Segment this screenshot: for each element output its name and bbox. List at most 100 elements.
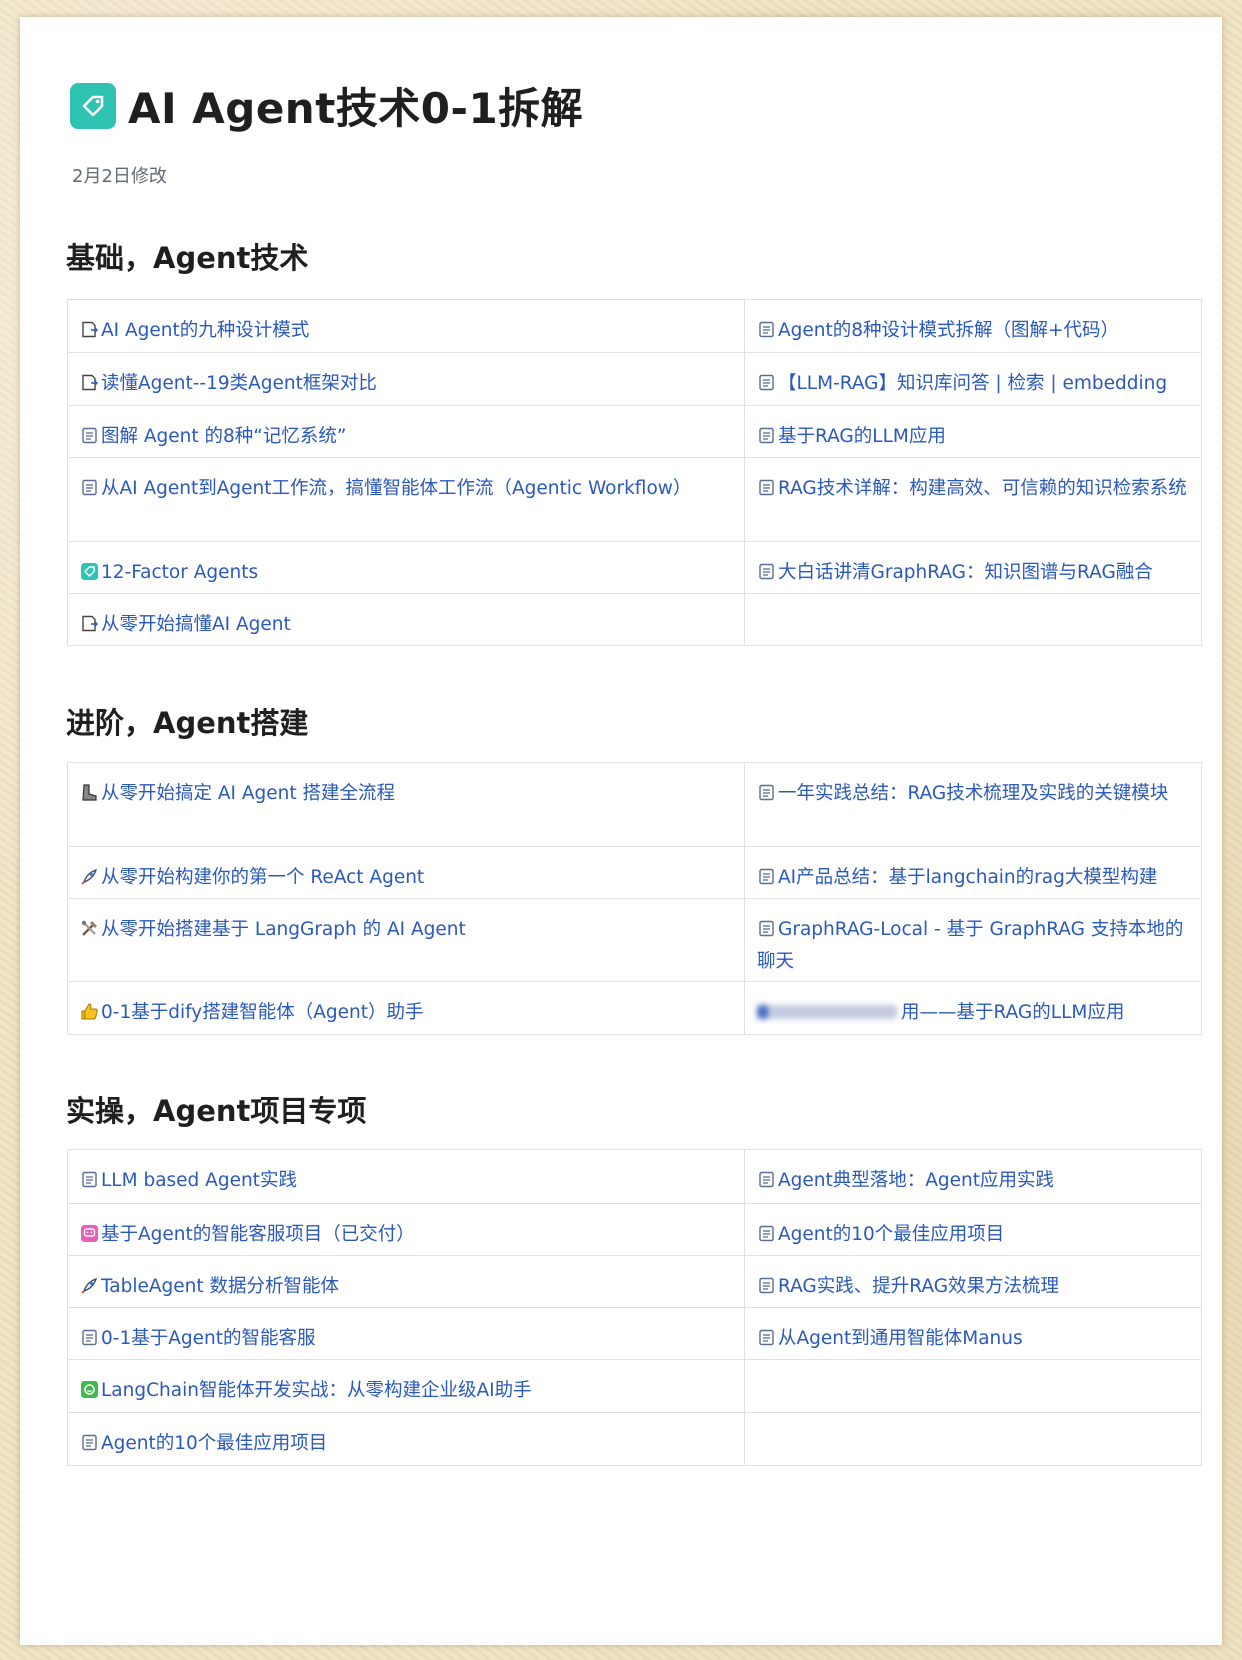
- doc-link[interactable]: RAG技术详解：构建高效、可信赖的知识检索系统: [778, 478, 1187, 499]
- doc-arrow-icon: [80, 318, 99, 338]
- table-row: 12-Factor Agents 大白话讲清GraphRAG：知识图谱与RAG融合: [67, 541, 1202, 594]
- doc-link[interactable]: 大白话讲清GraphRAG：知识图谱与RAG融合: [778, 562, 1153, 583]
- empty-cell: [744, 1359, 1202, 1413]
- table-row: 从零开始搞懂AI Agent: [67, 593, 1202, 646]
- doc-icon: [757, 560, 776, 580]
- doc-link[interactable]: 12-Factor Agents: [101, 562, 258, 583]
- thumbs-up-icon: [80, 1000, 99, 1020]
- doc-link[interactable]: Agent的10个最佳应用项目: [778, 1224, 1004, 1245]
- doc-icon: [757, 424, 776, 444]
- title-row: AI Agent技术0-1拆解: [70, 75, 583, 136]
- doc-link[interactable]: AI产品总结：基于langchain的rag大模型构建: [778, 867, 1157, 888]
- section-heading-basics: 基础，Agent技术: [66, 241, 309, 275]
- doc-link[interactable]: Agent的10个最佳应用项目: [101, 1433, 327, 1454]
- link-cell[interactable]: Agent的10个最佳应用项目: [744, 1203, 1202, 1256]
- link-cell[interactable]: 从Agent到通用智能体Manus: [744, 1307, 1202, 1360]
- doc-icon: [80, 1431, 99, 1451]
- doc-link[interactable]: 基于RAG的LLM应用: [778, 426, 946, 447]
- link-cell[interactable]: TableAgent 数据分析智能体: [67, 1255, 745, 1308]
- doc-link[interactable]: 从零开始构建你的第一个 ReAct Agent: [101, 867, 424, 888]
- doc-link[interactable]: LLM based Agent实践: [101, 1170, 297, 1191]
- link-cell[interactable]: 一年实践总结：RAG技术梳理及实践的关键模块: [744, 762, 1202, 847]
- doc-link[interactable]: LangChain智能体开发实战：从零构建企业级AI助手: [101, 1380, 532, 1401]
- doc-icon: [80, 476, 99, 496]
- teal-tag-icon: [80, 560, 99, 580]
- doc-link[interactable]: TableAgent 数据分析智能体: [101, 1276, 339, 1297]
- green-chat-icon: [80, 1378, 99, 1398]
- doc-icon: [757, 1326, 776, 1346]
- link-table-practice: LLM based Agent实践 Agent典型落地：Agent应用实践基于Ag…: [67, 1149, 1202, 1466]
- page-title: AI Agent技术0-1拆解: [128, 84, 584, 133]
- doc-link[interactable]: RAG实践、提升RAG效果方法梳理: [778, 1276, 1059, 1297]
- table-row: 读懂Agent--19类Agent框架对比 【LLM-RAG】知识库问答 | 检索…: [67, 352, 1202, 406]
- link-cell[interactable]: 12-Factor Agents: [67, 541, 745, 594]
- doc-link[interactable]: 用——基于RAG的LLM应用: [901, 1002, 1124, 1023]
- document-page: AI Agent技术0-1拆解 2月2日修改 基础，Agent技术 AI Age…: [20, 17, 1222, 1645]
- link-cell[interactable]: 读懂Agent--19类Agent框架对比: [67, 352, 745, 406]
- doc-link[interactable]: 从零开始搞定 AI Agent 搭建全流程: [101, 783, 395, 804]
- table-row: TableAgent 数据分析智能体 RAG实践、提升RAG效果方法梳理: [67, 1255, 1202, 1308]
- link-cell[interactable]: Agent的10个最佳应用项目: [67, 1412, 745, 1466]
- link-cell[interactable]: 【LLM-RAG】知识库问答 | 检索 | embedding: [744, 352, 1202, 406]
- doc-icon: [80, 1326, 99, 1346]
- doc-link[interactable]: Agent典型落地：Agent应用实践: [778, 1170, 1054, 1191]
- link-cell[interactable]: 从零开始构建你的第一个 ReAct Agent: [67, 846, 745, 899]
- table-row: 从零开始搞定 AI Agent 搭建全流程 一年实践总结：RAG技术梳理及实践的关…: [67, 762, 1202, 847]
- link-cell[interactable]: LangChain智能体开发实战：从零构建企业级AI助手: [67, 1359, 745, 1413]
- link-cell[interactable]: 0-1基于dify搭建智能体（Agent）助手: [67, 981, 745, 1035]
- link-cell[interactable]: 从零开始搞懂AI Agent: [67, 593, 745, 646]
- doc-link[interactable]: 从零开始搞懂AI Agent: [101, 614, 291, 635]
- empty-cell: [744, 593, 1202, 646]
- link-cell[interactable]: 用——基于RAG的LLM应用: [744, 981, 1202, 1035]
- doc-link[interactable]: 基于Agent的智能客服项目（已交付）: [101, 1224, 415, 1245]
- link-table-advanced: 从零开始搞定 AI Agent 搭建全流程 一年实践总结：RAG技术梳理及实践的关…: [67, 762, 1202, 1035]
- doc-link[interactable]: 0-1基于dify搭建智能体（Agent）助手: [101, 1002, 424, 1023]
- doc-icon: [757, 1168, 776, 1188]
- link-cell[interactable]: 基于RAG的LLM应用: [744, 405, 1202, 458]
- doc-link[interactable]: AI Agent的九种设计模式: [101, 320, 309, 341]
- link-cell[interactable]: 大白话讲清GraphRAG：知识图谱与RAG融合: [744, 541, 1202, 594]
- link-cell[interactable]: LLM based Agent实践: [67, 1149, 745, 1204]
- doc-icon: [757, 917, 776, 937]
- doc-link[interactable]: 从AI Agent到Agent工作流，搞懂智能体工作流（Agentic Work…: [101, 478, 691, 499]
- table-row: LLM based Agent实践 Agent典型落地：Agent应用实践: [67, 1149, 1202, 1204]
- modified-date: 2月2日修改: [72, 166, 167, 187]
- doc-link[interactable]: GraphRAG-Local - 基于 GraphRAG 支持本地的聊天: [757, 919, 1183, 972]
- link-cell[interactable]: 基于Agent的智能客服项目（已交付）: [67, 1203, 745, 1256]
- doc-link[interactable]: 【LLM-RAG】知识库问答 | 检索 | embedding: [778, 373, 1167, 394]
- table-row: 0-1基于dify搭建智能体（Agent）助手 用——基于RAG的LLM应用: [67, 981, 1202, 1035]
- link-cell[interactable]: RAG技术详解：构建高效、可信赖的知识检索系统: [744, 457, 1202, 542]
- link-cell[interactable]: 从零开始搞定 AI Agent 搭建全流程: [67, 762, 745, 847]
- doc-icon: [80, 424, 99, 444]
- section-heading-practice: 实操，Agent项目专项: [66, 1094, 367, 1128]
- link-cell[interactable]: 图解 Agent 的8种“记忆系统”: [67, 405, 745, 458]
- link-table-basics: AI Agent的九种设计模式 Agent的8种设计模式拆解（图解+代码） 读懂Ag…: [67, 299, 1202, 646]
- link-cell[interactable]: GraphRAG-Local - 基于 GraphRAG 支持本地的聊天: [744, 898, 1202, 982]
- link-cell[interactable]: 从AI Agent到Agent工作流，搞懂智能体工作流（Agentic Work…: [67, 457, 745, 542]
- doc-icon: [757, 865, 776, 885]
- link-cell[interactable]: AI Agent的九种设计模式: [67, 299, 745, 353]
- empty-cell: [744, 1412, 1202, 1466]
- doc-link[interactable]: 0-1基于Agent的智能客服: [101, 1328, 315, 1349]
- doc-link[interactable]: 从Agent到通用智能体Manus: [778, 1328, 1023, 1349]
- doc-link[interactable]: 读懂Agent--19类Agent框架对比: [101, 373, 377, 394]
- link-cell[interactable]: Agent的8种设计模式拆解（图解+代码）: [744, 299, 1202, 353]
- doc-link[interactable]: 从零开始搭建基于 LangGraph 的 AI Agent: [101, 919, 466, 940]
- doc-icon: [757, 1274, 776, 1294]
- doc-link[interactable]: Agent的8种设计模式拆解（图解+代码）: [778, 320, 1119, 341]
- boot-icon: [80, 781, 99, 801]
- link-cell[interactable]: RAG实践、提升RAG效果方法梳理: [744, 1255, 1202, 1308]
- link-cell[interactable]: AI产品总结：基于langchain的rag大模型构建: [744, 846, 1202, 899]
- table-row: AI Agent的九种设计模式 Agent的8种设计模式拆解（图解+代码）: [67, 299, 1202, 353]
- doc-link[interactable]: 一年实践总结：RAG技术梳理及实践的关键模块: [778, 783, 1168, 804]
- table-row: 0-1基于Agent的智能客服 从Agent到通用智能体Manus: [67, 1307, 1202, 1360]
- link-cell[interactable]: Agent典型落地：Agent应用实践: [744, 1149, 1202, 1204]
- rocket-icon: [80, 865, 99, 885]
- tag-icon: [70, 82, 116, 129]
- doc-icon: [757, 371, 776, 391]
- doc-link[interactable]: 图解 Agent 的8种“记忆系统”: [101, 426, 346, 447]
- tools-icon: [80, 917, 99, 936]
- rocket-icon: [80, 1274, 99, 1294]
- link-cell[interactable]: 从零开始搭建基于 LangGraph 的 AI Agent: [67, 898, 745, 982]
- link-cell[interactable]: 0-1基于Agent的智能客服: [67, 1307, 745, 1360]
